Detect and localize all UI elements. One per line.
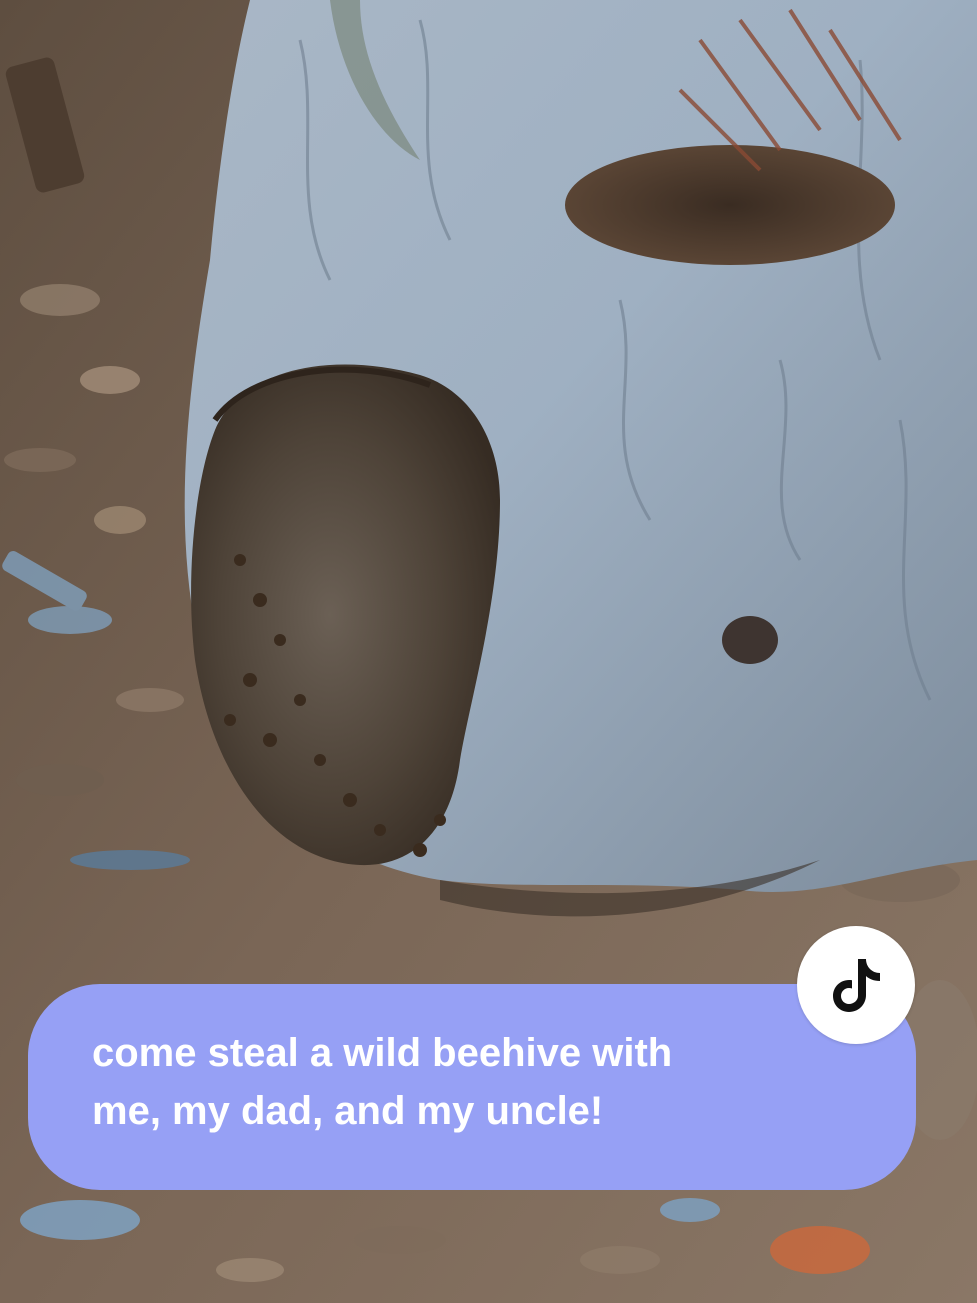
caption-text: come steal a wild beehive with me, my da… — [92, 1031, 673, 1133]
tiktok-logo-icon — [833, 959, 880, 1012]
video-frame: come steal a wild beehive with me, my da… — [0, 0, 977, 1303]
caption-bubble: come steal a wild beehive with me, my da… — [28, 984, 916, 1190]
tiktok-badge — [797, 926, 915, 1044]
